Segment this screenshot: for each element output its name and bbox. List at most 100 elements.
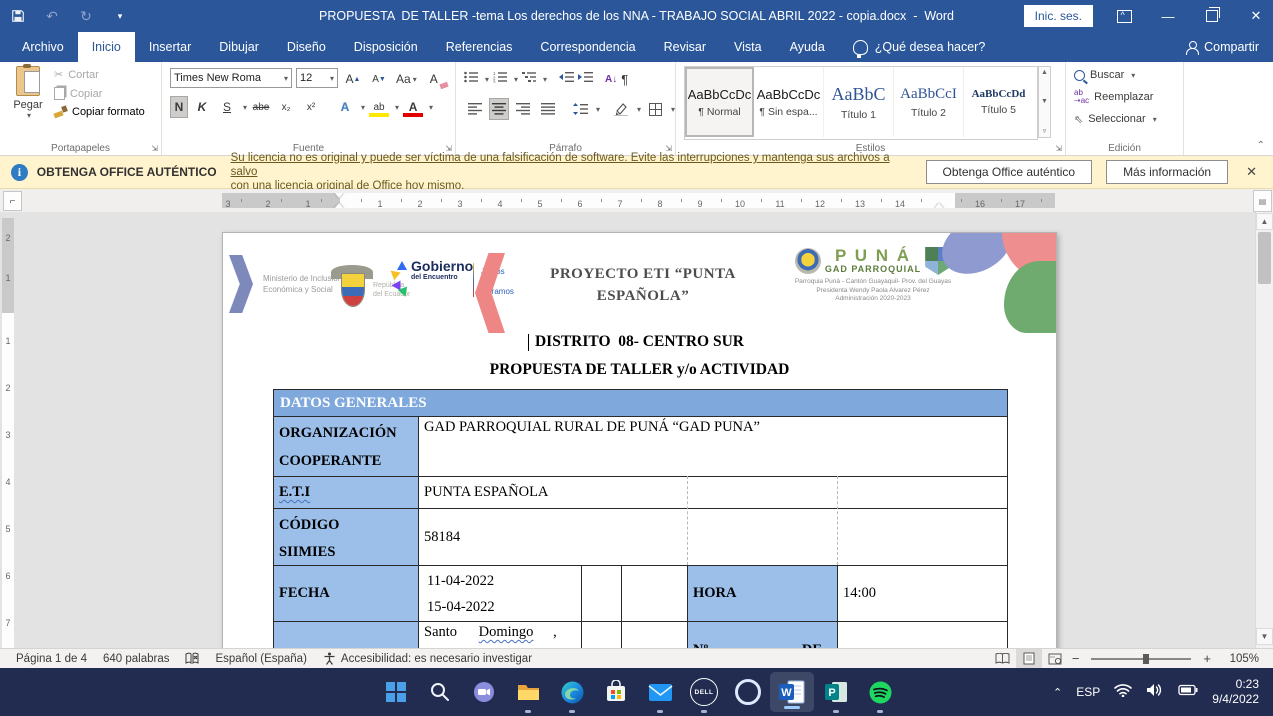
table-header-cell[interactable]: DATOS GENERALES	[273, 389, 1008, 417]
page-indicator[interactable]: Página 1 de 4	[16, 653, 87, 665]
ruler-toggle-box[interactable]: ▤	[1253, 190, 1272, 212]
zoom-level[interactable]: 105%	[1215, 653, 1259, 665]
ribbon-tab[interactable]: Vista	[720, 32, 776, 62]
style-normal[interactable]: AaBbCcDc ¶ Normal	[685, 67, 754, 137]
tab-stop-selector[interactable]: ⌐	[3, 191, 22, 211]
web-layout-icon[interactable]	[1042, 649, 1068, 668]
font-size-combo[interactable]: 12▾	[296, 68, 338, 88]
borders-button[interactable]	[644, 98, 666, 120]
italic-button[interactable]: K	[191, 96, 213, 118]
accessibility-status[interactable]: Accesibilidad: es necesario investigar	[323, 652, 532, 665]
fecha-value-cell[interactable]: 11-04-202215-04-2022	[418, 565, 582, 622]
warning-close-icon[interactable]: ✕	[1246, 164, 1257, 180]
language-indicator[interactable]: Español (España)	[215, 653, 306, 665]
strikethrough-button[interactable]: abe	[250, 96, 272, 118]
publisher-icon[interactable]: P	[814, 668, 858, 716]
taskbar-search-icon[interactable]	[418, 668, 462, 716]
font-color-dropdown-icon[interactable]: ▾	[429, 103, 433, 112]
highlight-button[interactable]: ab	[368, 96, 390, 118]
zoom-in-icon[interactable]: +	[1199, 651, 1215, 666]
style-heading2[interactable]: AaBbCcI Título 2	[894, 67, 964, 137]
wifi-icon[interactable]	[1114, 683, 1132, 702]
lugar-label-cell[interactable]	[273, 621, 419, 648]
empty-cell[interactable]	[581, 565, 622, 622]
ribbon-tab[interactable]: Insertar	[135, 32, 205, 62]
alexa-icon[interactable]	[726, 668, 770, 716]
org-label-cell[interactable]: ORGANIZACIÓNCOOPERANTE	[273, 416, 419, 477]
org-value-cell[interactable]: GAD PARROQUIAL RURAL DE PUNÁ “GAD PUNA”	[418, 416, 1008, 477]
style-no-spacing[interactable]: AaBbCcDc ¶ Sin espa...	[754, 67, 824, 137]
ribbon-tab[interactable]: Referencias	[432, 32, 527, 62]
warning-link[interactable]: Su licencia no es original y puede ser v…	[231, 151, 912, 193]
learn-more-button[interactable]: Más información	[1106, 160, 1228, 184]
multilevel-list-button[interactable]	[522, 70, 537, 88]
ribbon-tab[interactable]: Disposición	[340, 32, 432, 62]
font-name-combo[interactable]: Times New Roma▾	[170, 68, 292, 88]
copy-button[interactable]: Copiar	[54, 87, 145, 100]
empty-cell[interactable]	[581, 621, 622, 648]
underline-dropdown-icon[interactable]: ▾	[243, 103, 247, 112]
line-spacing-button[interactable]	[569, 98, 591, 120]
volume-icon[interactable]	[1146, 683, 1164, 702]
share-button[interactable]: Compartir	[1186, 32, 1259, 62]
edge-icon[interactable]	[550, 668, 594, 716]
zoom-out-icon[interactable]: −	[1068, 651, 1084, 666]
shrink-font-button[interactable]: A▼	[368, 68, 390, 90]
tell-me-box[interactable]: ¿Qué desea hacer?	[853, 32, 986, 62]
zoom-slider-thumb[interactable]	[1143, 654, 1149, 664]
text-effects-button[interactable]: A	[334, 96, 356, 118]
find-dropdown-icon[interactable]: ▾	[1131, 71, 1135, 80]
empty-cell[interactable]	[621, 565, 688, 622]
teams-chat-icon[interactable]	[462, 668, 506, 716]
empty-cell[interactable]	[621, 621, 688, 648]
ribbon-tab[interactable]: Archivo	[8, 32, 78, 62]
numbering-button[interactable]: 123	[493, 70, 508, 88]
superscript-button[interactable]: x²	[300, 96, 322, 118]
change-case-button[interactable]: Aa▾	[394, 68, 419, 90]
select-button[interactable]: ⇖ Seleccionar ▾	[1074, 110, 1183, 128]
align-left-button[interactable]	[464, 98, 486, 120]
replace-button[interactable]: ab⇢ac Reemplazar	[1074, 88, 1183, 106]
ribbon-display-options-icon[interactable]	[1107, 0, 1141, 32]
format-painter-button[interactable]: Copiar formato	[54, 106, 145, 118]
redo-icon[interactable]: ↻	[78, 8, 94, 24]
grow-font-button[interactable]: A▲	[342, 68, 364, 90]
select-dropdown-icon[interactable]: ▾	[1153, 115, 1157, 124]
styles-gallery-scroll[interactable]: ▲▼▿	[1038, 66, 1051, 138]
line-spacing-dropdown-icon[interactable]: ▾	[596, 105, 600, 114]
ribbon-tab[interactable]: Ayuda	[776, 32, 839, 62]
align-right-button[interactable]	[512, 98, 534, 120]
shading-button[interactable]	[610, 98, 632, 120]
ribbon-tab[interactable]: Correspondencia	[526, 32, 649, 62]
lugar-value-cell[interactable]: Santo Domingo ,	[418, 621, 582, 648]
multilevel-dropdown-icon[interactable]: ▾	[543, 75, 547, 84]
left-indent-marker[interactable]	[334, 203, 344, 208]
ribbon-tab[interactable]: Revisar	[650, 32, 720, 62]
scroll-down-icon[interactable]: ▼	[1256, 628, 1273, 645]
get-genuine-office-button[interactable]: Obtenga Office auténtico	[926, 160, 1093, 184]
styles-dialog-launcher-icon[interactable]: ⇲	[1055, 144, 1062, 153]
empty-cell[interactable]	[837, 621, 1008, 648]
proofing-errors-icon[interactable]	[185, 652, 199, 665]
style-heading5[interactable]: AaBbCcDd Título 5	[964, 67, 1033, 137]
paste-dropdown-icon[interactable]: ▾	[27, 111, 31, 120]
eti-label-cell[interactable]: E.T.I	[273, 476, 419, 509]
first-line-indent-marker[interactable]	[334, 193, 344, 198]
file-explorer-icon[interactable]	[506, 668, 550, 716]
cut-button[interactable]: ✂Cortar	[54, 68, 145, 81]
customize-qat-icon[interactable]: ▾	[112, 8, 128, 24]
bold-button[interactable]: N	[170, 96, 188, 118]
fecha-label-cell[interactable]: FECHA	[273, 565, 419, 622]
pilcrow-button[interactable]: ¶	[621, 72, 628, 87]
restore-button[interactable]	[1195, 0, 1229, 32]
font-color-button[interactable]: A	[402, 96, 424, 118]
find-button[interactable]: Buscar ▾	[1074, 66, 1183, 84]
vertical-scrollbar[interactable]: ▲ ▼	[1255, 212, 1273, 648]
spotify-icon[interactable]	[858, 668, 902, 716]
clear-formatting-button[interactable]: A	[423, 68, 445, 90]
save-icon[interactable]	[10, 8, 26, 24]
word-count[interactable]: 640 palabras	[103, 653, 170, 665]
clipboard-dialog-launcher-icon[interactable]: ⇲	[151, 144, 158, 153]
style-heading1[interactable]: AaBbC Título 1	[824, 67, 894, 137]
ribbon-tab[interactable]: Diseño	[273, 32, 340, 62]
